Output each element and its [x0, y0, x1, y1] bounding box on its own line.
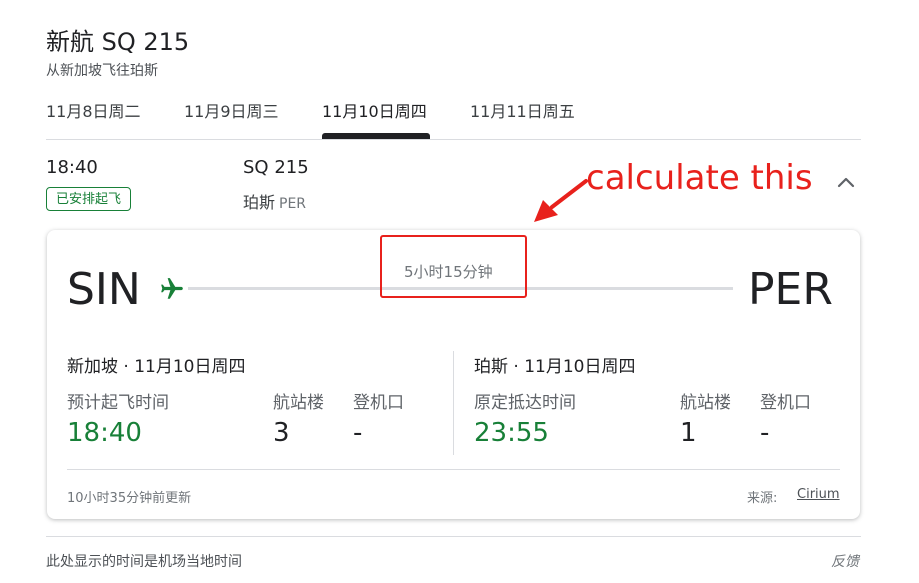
origin-airport-code: SIN: [67, 264, 141, 315]
collapse-button[interactable]: [832, 168, 860, 196]
source-link-cirium[interactable]: Cirium: [797, 487, 840, 502]
local-time-note: 此处显示的时间是机场当地时间: [46, 554, 242, 570]
column-divider: [453, 351, 454, 455]
arrival-gate: -: [760, 418, 770, 448]
annotation-highlight-box: [380, 235, 527, 298]
departure-time: 18:40: [67, 418, 142, 448]
card-divider: [67, 469, 840, 470]
chevron-up-icon: [837, 177, 855, 188]
annotation-text: calculate this: [586, 158, 813, 198]
feedback-link[interactable]: 反馈: [831, 551, 859, 571]
destination-airport-code: PER: [748, 264, 833, 315]
destination-name: 珀斯: [243, 193, 276, 212]
airplane-icon: [161, 278, 183, 299]
arrival-place-date: 珀斯 · 11月10日周四: [474, 357, 636, 377]
arrival-time: 23:55: [474, 418, 549, 448]
departure-time-label: 预计起飞时间: [67, 393, 169, 413]
tab-date-2[interactable]: 11月9日周三: [184, 98, 279, 122]
departure-gate-label: 登机口: [353, 393, 404, 413]
departure-place-date: 新加坡 · 11月10日周四: [67, 357, 246, 377]
annotation-arrow: [534, 179, 588, 222]
arrival-terminal: 1: [680, 418, 697, 448]
destination-summary: 珀斯 PER: [243, 189, 306, 213]
flight-title: 新航 SQ 215: [46, 28, 190, 56]
tab-date-4[interactable]: 11月11日周五: [470, 98, 575, 122]
flight-number: SQ 215: [243, 157, 309, 178]
departure-gate: -: [353, 418, 363, 448]
updated-timestamp: 10小时35分钟前更新: [67, 491, 192, 506]
source-label: 来源:: [747, 491, 778, 506]
departure-terminal: 3: [273, 418, 290, 448]
status-badge: 已安排起飞: [46, 187, 132, 211]
arrival-gate-label: 登机口: [760, 393, 811, 413]
arrival-terminal-label: 航站楼: [680, 393, 731, 413]
departure-time-summary: 18:40: [46, 157, 98, 178]
route-subtitle: 从新加坡飞往珀斯: [46, 63, 158, 79]
tab-date-3-selected[interactable]: 11月10日周四: [322, 98, 427, 122]
tabs-divider: [46, 139, 861, 140]
arrival-time-label: 原定抵达时间: [474, 393, 576, 413]
tab-date-1[interactable]: 11月8日周二: [46, 98, 141, 122]
footer-divider: [46, 536, 861, 537]
departure-terminal-label: 航站楼: [273, 393, 324, 413]
destination-code: PER: [279, 196, 307, 212]
